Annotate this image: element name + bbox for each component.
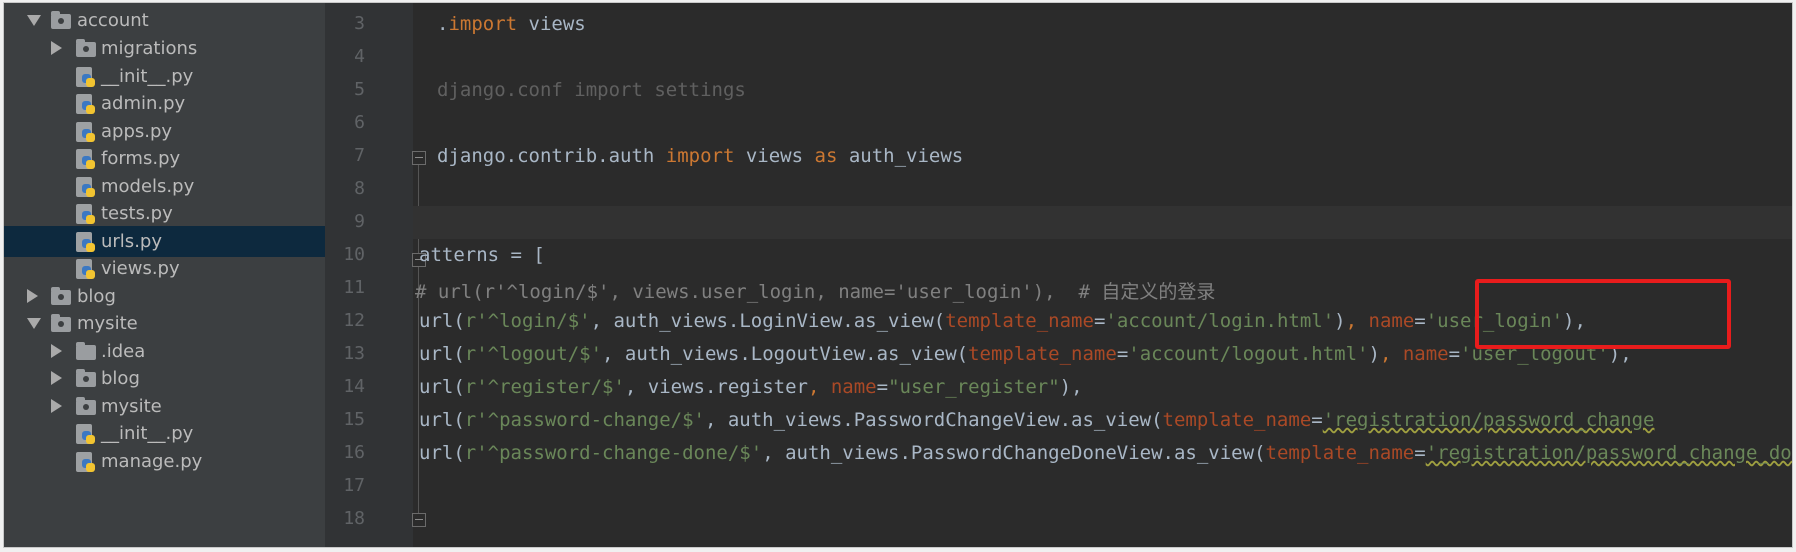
tree-item-label: forms.py [101, 148, 181, 169]
code-line-10: atterns = [ [419, 244, 545, 266]
line-number: 17 [343, 475, 365, 496]
python-file-icon [76, 424, 95, 444]
code-line-13: url(r'^logout/$', auth_views.LogoutView.… [419, 343, 1632, 365]
python-file-icon [76, 177, 95, 197]
code-line-11: # url(r'^login/$', views.user_login, nam… [415, 281, 1216, 303]
tree-item-label: migrations [101, 38, 198, 59]
python-file-icon [76, 122, 95, 142]
tree-item-label: admin.py [101, 93, 186, 114]
folder-icon [76, 39, 96, 57]
tree-item-label: manage.py [101, 451, 203, 472]
tree-item-tests-py[interactable]: tests.py [4, 198, 325, 229]
collapse-arrow-icon[interactable] [51, 399, 62, 413]
tree-item-blog-inner[interactable]: blog [4, 363, 325, 394]
tree-item-account[interactable]: account [4, 5, 325, 36]
tree-item-label: account [77, 10, 149, 31]
collapse-arrow-icon[interactable] [51, 344, 62, 358]
code-line-3: .import views [437, 13, 586, 35]
folder-icon [76, 369, 96, 387]
code-line-15: url(r'^password-change/$', auth_views.Pa… [419, 409, 1655, 431]
python-file-icon [76, 452, 95, 472]
current-line-highlight [413, 206, 1792, 239]
line-number: 6 [354, 112, 365, 133]
tree-item-label: mysite [101, 396, 162, 417]
tree-item-label: blog [77, 286, 116, 307]
collapse-arrow-icon[interactable] [27, 289, 38, 303]
line-number: 9 [354, 211, 365, 232]
line-number: 7 [354, 145, 365, 166]
tree-item-label: apps.py [101, 121, 173, 142]
code-line-5: django.conf import settings [437, 79, 746, 101]
tree-item-label: tests.py [101, 203, 173, 224]
tree-item-label: .idea [101, 341, 146, 362]
line-number: 10 [343, 244, 365, 265]
line-number: 5 [354, 79, 365, 100]
tree-item-label: __init__.py [101, 66, 194, 87]
code-line-14: url(r'^register/$', views.register, name… [419, 376, 1083, 398]
tree-item-migrations[interactable]: migrations [4, 33, 325, 64]
collapse-arrow-icon[interactable] [51, 41, 62, 55]
tree-item-views-py[interactable]: views.py [4, 253, 325, 284]
code-line-12: url(r'^login/$', auth_views.LoginView.as… [419, 310, 1586, 332]
python-file-icon [76, 67, 95, 87]
tree-item-manage-py[interactable]: manage.py [4, 446, 325, 477]
python-file-icon [76, 149, 95, 169]
folder-icon [76, 342, 96, 360]
tree-item-label: views.py [101, 258, 180, 279]
project-tree[interactable]: account migrations __init__.py admin.py … [4, 3, 325, 547]
python-file-icon [76, 259, 95, 279]
line-number: 18 [343, 508, 365, 529]
folder-icon [51, 11, 71, 29]
folder-icon [51, 287, 71, 305]
line-number: 8 [354, 178, 365, 199]
python-file-icon [76, 94, 95, 114]
tree-item-forms-py[interactable]: forms.py [4, 143, 325, 174]
line-number: 11 [343, 277, 365, 298]
line-number: 3 [354, 13, 365, 34]
annotation-highlight-box [1475, 279, 1731, 349]
folder-icon [51, 314, 71, 332]
line-number: 16 [343, 442, 365, 463]
tree-item-label: __init__.py [101, 423, 194, 444]
line-number: 12 [343, 310, 365, 331]
python-file-icon [76, 232, 95, 252]
expand-arrow-icon[interactable] [27, 318, 41, 329]
code-line-16: url(r'^password-change-done/$', auth_vie… [419, 442, 1793, 464]
tree-item-label: urls.py [101, 231, 162, 252]
tree-item-label: blog [101, 368, 140, 389]
tree-item-label: models.py [101, 176, 195, 197]
collapse-arrow-icon[interactable] [51, 371, 62, 385]
tree-item-label: mysite [77, 313, 138, 334]
line-number: 13 [343, 343, 365, 364]
tree-item-mysite[interactable]: mysite [4, 308, 325, 339]
code-editor[interactable]: .import views django.conf import setting… [413, 3, 1792, 547]
code-line-7: django.contrib.auth import views as auth… [437, 145, 964, 167]
expand-arrow-icon[interactable] [27, 15, 41, 26]
line-number: 14 [343, 376, 365, 397]
folder-icon [76, 397, 96, 415]
tree-item-admin-py[interactable]: admin.py [4, 88, 325, 119]
python-file-icon [76, 204, 95, 224]
ide-window: account migrations __init__.py admin.py … [3, 2, 1793, 548]
line-number: 4 [354, 46, 365, 67]
tree-item-init-py-2[interactable]: __init__.py [4, 418, 325, 449]
line-number: 15 [343, 409, 365, 430]
